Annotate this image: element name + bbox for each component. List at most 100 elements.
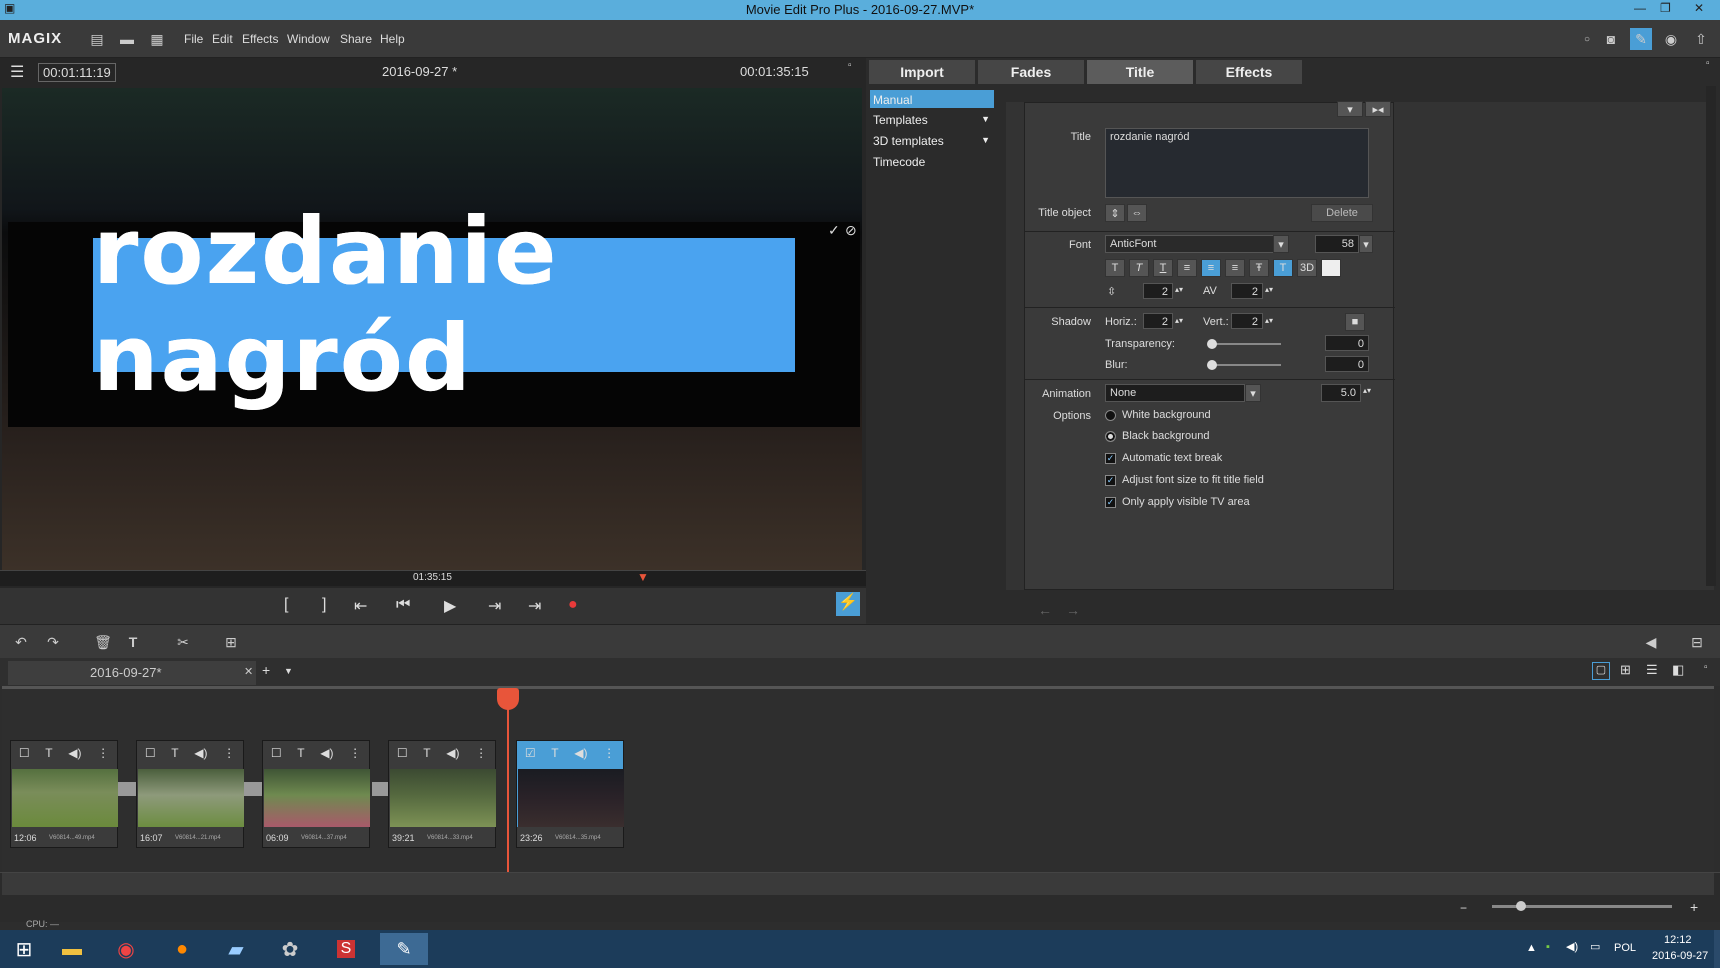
checkbox-icon[interactable]: ☐: [271, 746, 282, 760]
clip-1[interactable]: ☐ T ◀) ⋮ 12:06 V60814...49.mp4: [10, 740, 118, 848]
audio-icon[interactable]: ◀): [446, 746, 459, 760]
audio-icon[interactable]: ◀): [68, 746, 81, 760]
insert-icon[interactable]: ⊞: [220, 631, 242, 653]
tray-network-icon[interactable]: ▭: [1590, 940, 1600, 953]
new-file-icon[interactable]: ▤: [86, 28, 108, 50]
forward-arrow-icon[interactable]: →: [1066, 602, 1080, 618]
checkbox-checked-icon[interactable]: ✓: [1105, 496, 1116, 508]
storyboard-view-icon[interactable]: ▢: [1592, 662, 1610, 680]
panel-maximize-icon[interactable]: ▫: [1706, 58, 1710, 69]
zoom-in-icon[interactable]: +: [1690, 899, 1698, 915]
blur-slider[interactable]: [1209, 364, 1281, 366]
outline-icon[interactable]: Ŧ: [1249, 259, 1269, 277]
clock-date[interactable]: 2016-09-27: [1652, 950, 1708, 962]
blur-input[interactable]: 0: [1325, 356, 1369, 372]
volume-icon[interactable]: ◀: [1640, 631, 1662, 653]
playhead-line[interactable]: [507, 688, 509, 874]
confirm-icon[interactable]: ✓: [828, 222, 840, 239]
upload-icon[interactable]: ⇧: [1690, 28, 1712, 50]
animation-dropdown-icon[interactable]: ▾: [1245, 384, 1261, 402]
line-spacing-stepper-icon[interactable]: ▴▾: [1175, 285, 1183, 294]
go-end-icon[interactable]: ⇥: [528, 596, 541, 616]
char-spacing-input[interactable]: 2: [1231, 283, 1263, 299]
maximize-icon[interactable]: ▫: [848, 60, 852, 71]
delete-button[interactable]: Delete: [1311, 204, 1373, 222]
vert-stepper-icon[interactable]: ▴▾: [1265, 316, 1273, 325]
align-vertical-icon[interactable]: ⇕: [1105, 204, 1125, 222]
movie-edit-taskbar-icon[interactable]: ✎: [380, 933, 428, 965]
cancel-icon[interactable]: ⊘: [845, 222, 857, 239]
radio-icon[interactable]: [1105, 409, 1116, 421]
tab-effects[interactable]: Effects: [1196, 60, 1302, 84]
open-folder-icon[interactable]: ▬: [116, 28, 138, 50]
text-color-icon[interactable]: [1321, 259, 1341, 277]
app-s-icon[interactable]: S: [322, 933, 370, 965]
undo-icon[interactable]: ↶: [10, 631, 32, 653]
align-horizontal-icon[interactable]: ⇔: [1127, 204, 1147, 222]
nav-3d-templates[interactable]: 3D templates ▼: [870, 131, 994, 149]
windows-start-icon[interactable]: ⊞: [0, 933, 48, 965]
status-dot-icon[interactable]: ○: [1576, 28, 1598, 50]
transition-icon[interactable]: [118, 782, 136, 796]
font-size-input[interactable]: 58: [1315, 235, 1359, 253]
tab-import[interactable]: Import: [869, 60, 975, 84]
checkbox-icon[interactable]: ☐: [397, 746, 408, 760]
tab-dropdown-icon[interactable]: ▼: [284, 666, 293, 676]
cut-icon[interactable]: ✂: [172, 631, 194, 653]
bold-icon[interactable]: T: [1105, 259, 1125, 277]
transition-icon[interactable]: [244, 782, 262, 796]
more-icon[interactable]: ⋮: [223, 746, 235, 760]
animation-select[interactable]: None: [1105, 384, 1245, 402]
transition-icon[interactable]: [372, 782, 388, 796]
clip-2[interactable]: ☐ T ◀) ⋮ 16:07 V60814...21.mp4: [136, 740, 244, 848]
show-desktop-button[interactable]: [1714, 930, 1720, 968]
more-icon[interactable]: ⋮: [97, 746, 109, 760]
char-spacing-stepper-icon[interactable]: ▴▾: [1265, 285, 1273, 294]
preview-ruler[interactable]: 01:35:15 ▼: [0, 570, 866, 586]
menu-share[interactable]: Share: [340, 32, 372, 46]
playhead-handle[interactable]: [497, 688, 519, 710]
align-right-icon[interactable]: ≡: [1225, 259, 1245, 277]
nav-manual[interactable]: Manual: [870, 90, 994, 108]
more-icon[interactable]: ⋮: [349, 746, 361, 760]
zoom-out-icon[interactable]: −: [1460, 901, 1467, 915]
option-automatic-text-break[interactable]: ✓ Automatic text break: [1105, 452, 1222, 464]
title-text-input[interactable]: rozdanie nagród: [1105, 128, 1369, 198]
disc-icon[interactable]: ◙: [1600, 28, 1622, 50]
menu-effects[interactable]: Effects: [242, 32, 278, 46]
notepad-icon[interactable]: ▰: [212, 933, 260, 965]
nav-templates[interactable]: Templates ▼: [870, 110, 994, 128]
save-icon[interactable]: ▦: [146, 28, 168, 50]
minimize-icon[interactable]: —: [1634, 1, 1646, 15]
checkbox-checked-icon[interactable]: ✓: [1105, 474, 1116, 486]
menu-window[interactable]: Window: [287, 32, 330, 46]
zoom-slider-handle[interactable]: [1516, 901, 1526, 911]
chrome-icon[interactable]: ◉: [102, 933, 150, 965]
shadow-vert-input[interactable]: 2: [1231, 313, 1263, 329]
checkbox-icon[interactable]: ☐: [145, 746, 156, 760]
animation-duration-input[interactable]: 5.0: [1321, 384, 1361, 402]
clip-3[interactable]: ☐ T ◀) ⋮ 06:09 V60814...37.mp4: [262, 740, 370, 848]
tray-arrow-icon[interactable]: ▲: [1526, 942, 1537, 954]
mark-out-icon[interactable]: ]: [322, 596, 326, 614]
font-select[interactable]: AnticFont: [1105, 235, 1275, 253]
title-icon[interactable]: T: [45, 746, 52, 760]
transparency-input[interactable]: 0: [1325, 335, 1369, 351]
shadow-horiz-input[interactable]: 2: [1143, 313, 1173, 329]
title-preview-box[interactable]: rozdanie nagród: [93, 198, 795, 412]
app-icon[interactable]: ▣: [4, 1, 15, 15]
transparency-slider-handle[interactable]: [1207, 339, 1217, 349]
back-arrow-icon[interactable]: ←: [1038, 602, 1052, 618]
go-start-icon[interactable]: ⇤: [354, 596, 367, 616]
audio-icon[interactable]: ◀): [194, 746, 207, 760]
italic-icon[interactable]: T: [1129, 259, 1149, 277]
title-icon[interactable]: T: [551, 746, 558, 760]
prev-frame-icon[interactable]: ⏮: [396, 596, 410, 614]
hamburger-icon[interactable]: ☰: [10, 62, 24, 82]
restore-icon[interactable]: ❐: [1660, 1, 1671, 15]
audio-icon[interactable]: ◀): [320, 746, 333, 760]
layout-view-icon[interactable]: ◧: [1672, 662, 1684, 678]
next-marker-icon[interactable]: ⇥: [488, 596, 501, 616]
burn-icon[interactable]: ◉: [1660, 28, 1682, 50]
option-adjust-font-size[interactable]: ✓ Adjust font size to fit title field: [1105, 474, 1264, 486]
